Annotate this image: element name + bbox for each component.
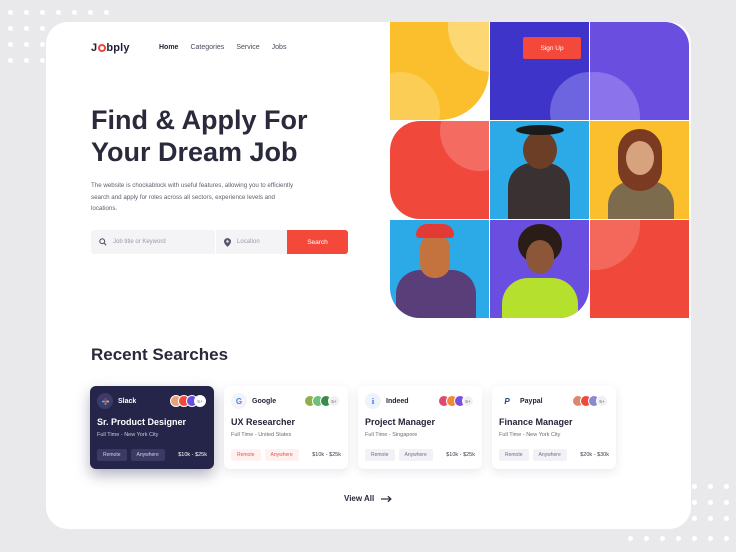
arrow-right-icon — [381, 495, 393, 502]
photo-bearded-man — [390, 220, 489, 318]
applicant-avatars: 5+ — [170, 395, 206, 407]
collage-tile-yellow — [390, 22, 489, 120]
collage-tile-red — [390, 121, 489, 219]
applicant-avatars: 5+ — [572, 395, 608, 407]
view-all-label: View All — [344, 494, 375, 503]
job-card-google[interactable]: G Google 5+ UX Researcher Full Time - Un… — [224, 386, 348, 469]
location-field[interactable]: Location — [215, 230, 285, 254]
job-card-footer: Remote Anywhere $10k - $25k — [231, 449, 341, 461]
photo-man-with-hat — [490, 121, 589, 219]
salary: $10k - $25k — [312, 452, 341, 458]
search-bar: Job title or Keyword Location Search — [91, 230, 348, 254]
more-count: 5+ — [328, 395, 340, 407]
job-meta: Full Time - United States — [231, 432, 292, 438]
company-name: Paypal — [520, 397, 543, 405]
photo-woman-glasses — [590, 121, 689, 219]
more-count: 5+ — [462, 395, 474, 407]
job-title: Finance Manager — [499, 417, 573, 427]
job-title: UX Researcher — [231, 417, 296, 427]
collage-tile-red-bottom — [590, 220, 689, 318]
tag-anywhere[interactable]: Anywhere — [532, 449, 567, 461]
indeed-logo-icon: i — [365, 393, 381, 409]
company-name: Indeed — [386, 397, 409, 405]
salary: $10k - $25k — [178, 452, 207, 458]
job-meta: Full Time - New York City — [97, 432, 159, 438]
slack-logo-icon — [97, 393, 113, 409]
job-card-footer: Remote Anywhere $20k - $30k — [499, 449, 609, 461]
more-count: 5+ — [194, 395, 206, 407]
job-card-paypal[interactable]: P Paypal 5+ Finance Manager Full Time - … — [492, 386, 616, 469]
location-pin-icon — [224, 237, 231, 247]
tag-remote[interactable]: Remote — [499, 449, 529, 461]
hero-title-line2: Your Dream Job — [91, 137, 298, 167]
nav-home[interactable]: Home — [159, 44, 178, 51]
hero-description: The website is chockablock with useful f… — [91, 182, 294, 212]
sign-up-button[interactable]: Sign Up — [523, 37, 581, 59]
logo-text-start: J — [91, 42, 98, 54]
recent-searches-title: Recent Searches — [91, 345, 229, 364]
view-all-link[interactable]: View All — [344, 494, 393, 503]
nav-service[interactable]: Service — [236, 44, 259, 51]
job-card-footer: Remote Anywhere $10k - $25k — [365, 449, 475, 461]
job-meta: Full Time - Singapore — [365, 432, 418, 438]
nav-categories[interactable]: Categories — [190, 44, 224, 51]
logo[interactable]: Jbply — [91, 42, 130, 54]
job-meta: Full Time - New York City — [499, 432, 561, 438]
search-button[interactable]: Search — [287, 230, 348, 254]
job-title: Project Manager — [365, 417, 436, 427]
job-title: Sr. Product Designer — [97, 417, 187, 427]
hero-title-line1: Find & Apply For — [91, 105, 308, 135]
job-card-slack[interactable]: Slack 5+ Sr. Product Designer Full Time … — [90, 386, 214, 469]
keyword-placeholder: Job title or Keyword — [113, 239, 166, 245]
job-card-footer: Remote Anywhere $10k - $25k — [97, 449, 207, 461]
location-placeholder: Location — [237, 239, 260, 245]
keyword-field[interactable]: Job title or Keyword — [91, 230, 215, 254]
salary: $10k - $25k — [446, 452, 475, 458]
hero-collage — [390, 22, 691, 320]
tag-anywhere[interactable]: Anywhere — [130, 449, 165, 461]
logo-text-end: bply — [106, 42, 130, 54]
photo-woman-green — [490, 220, 589, 318]
nav-jobs[interactable]: Jobs — [272, 44, 287, 51]
search-icon — [99, 238, 107, 246]
tag-anywhere[interactable]: Anywhere — [398, 449, 433, 461]
more-count: 5+ — [596, 395, 608, 407]
tag-remote[interactable]: Remote — [365, 449, 395, 461]
google-logo-icon: G — [231, 393, 247, 409]
page-card: Jbply Home Categories Service Jobs Find … — [46, 22, 691, 529]
applicant-avatars: 5+ — [438, 395, 474, 407]
hero-title: Find & Apply For Your Dream Job — [91, 104, 331, 168]
collage-tile-purple — [590, 22, 689, 120]
logo-o-icon — [97, 44, 106, 52]
company-name: Google — [252, 397, 277, 405]
job-card-indeed[interactable]: i Indeed 5+ Project Manager Full Time - … — [358, 386, 482, 469]
company-name: Slack — [118, 397, 137, 405]
tag-remote[interactable]: Remote — [97, 449, 127, 461]
paypal-logo-icon: P — [499, 393, 515, 409]
main-nav: Home Categories Service Jobs — [159, 44, 286, 51]
tag-anywhere[interactable]: Anywhere — [264, 449, 299, 461]
applicant-avatars: 5+ — [304, 395, 340, 407]
tag-remote[interactable]: Remote — [231, 449, 261, 461]
salary: $20k - $30k — [580, 452, 609, 458]
